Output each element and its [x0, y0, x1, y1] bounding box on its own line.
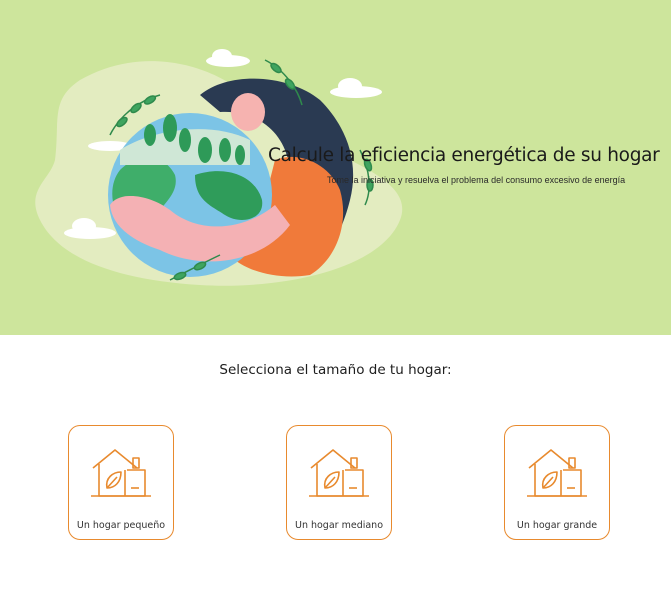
- eco-house-icon: [91, 449, 151, 497]
- option-label: Un hogar mediano: [294, 520, 384, 531]
- home-size-option-large[interactable]: Un hogar grande: [504, 425, 610, 540]
- home-size-option-small[interactable]: Un hogar pequeño: [68, 425, 174, 540]
- eco-house-icon: [527, 449, 587, 497]
- eco-house-icon: [309, 449, 369, 497]
- home-size-prompt: Selecciona el tamaño de tu hogar:: [219, 362, 452, 378]
- home-size-option-medium[interactable]: Un hogar mediano: [286, 425, 392, 540]
- option-label: Un hogar grande: [516, 520, 598, 531]
- earth-hug-illustration: [35, 49, 403, 286]
- page-subtitle: Tome la iniciativa y resuelva el problem…: [327, 175, 626, 185]
- page-title: Calcule la eficiencia energética de su h…: [268, 145, 660, 166]
- option-label: Un hogar pequeño: [76, 520, 166, 531]
- hero-banner: Calcule la eficiencia energética de su h…: [0, 0, 671, 335]
